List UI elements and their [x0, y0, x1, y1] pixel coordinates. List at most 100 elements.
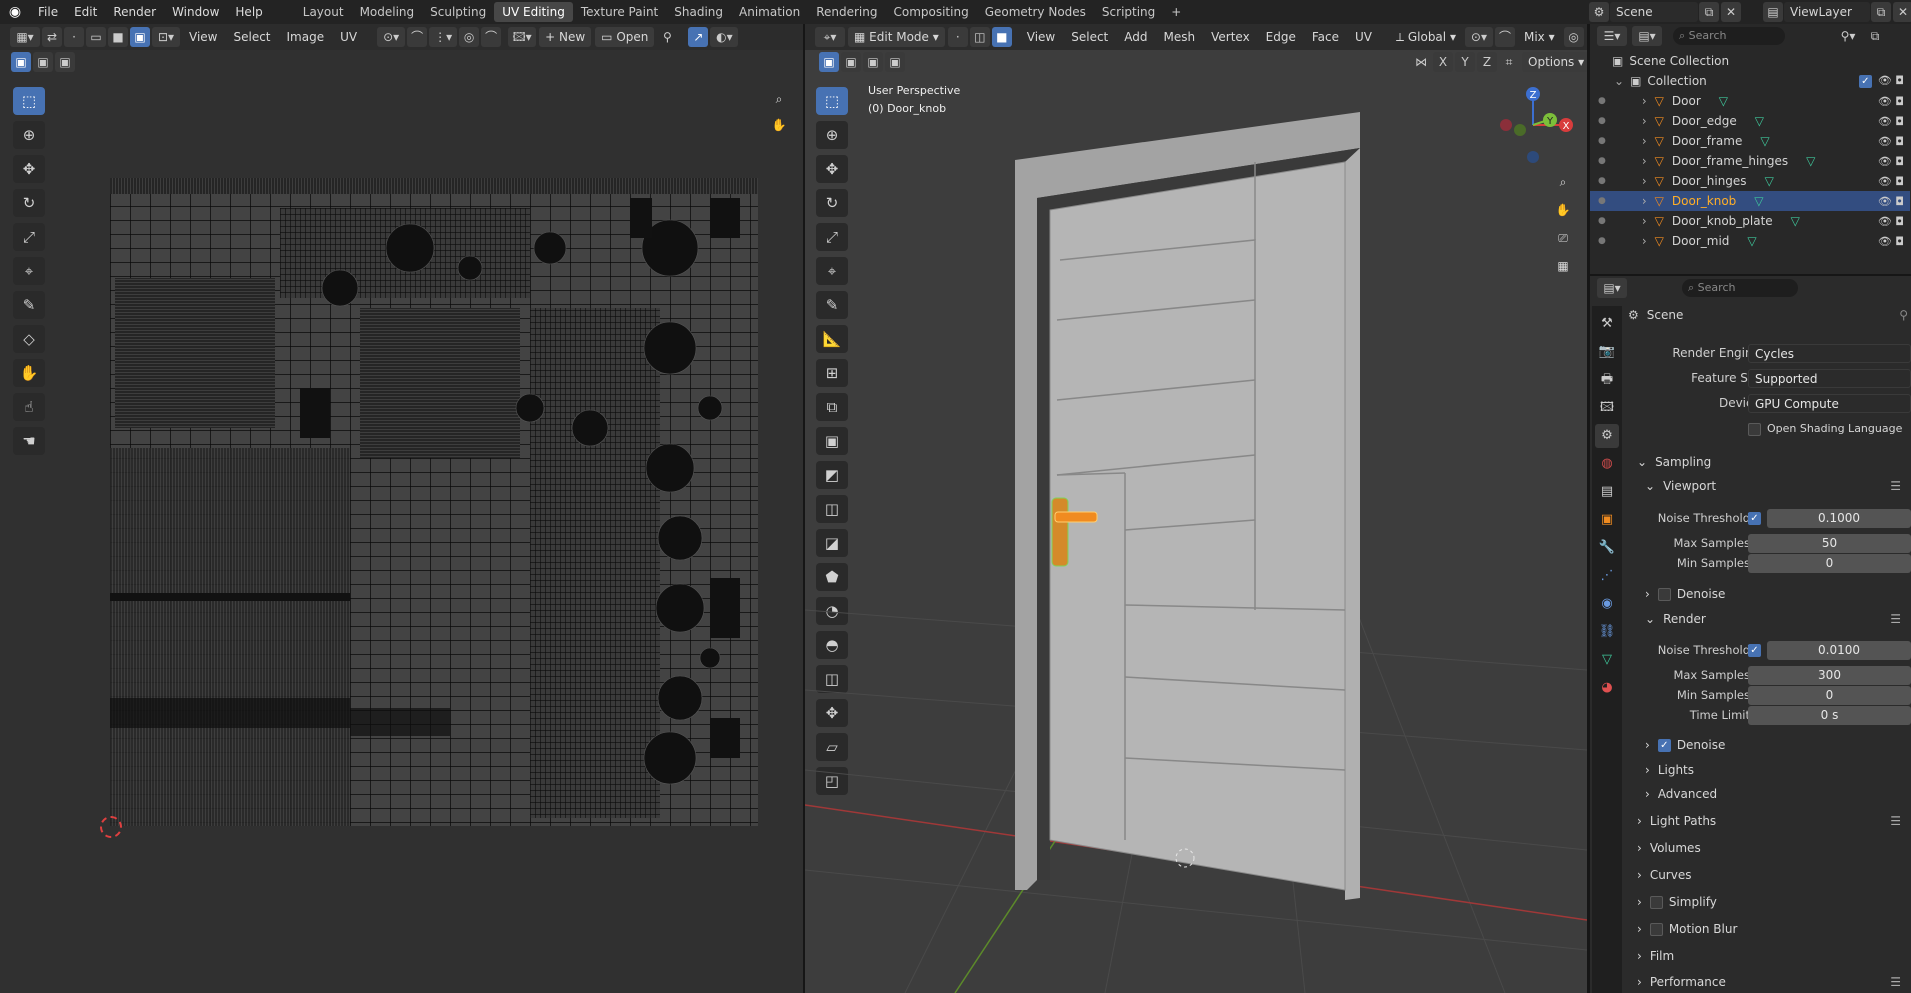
vp-menu-uv[interactable]: UV: [1349, 27, 1378, 47]
row-select-dot-icon[interactable]: ●: [1598, 156, 1606, 166]
r-noise-threshold-field[interactable]: 0.0100: [1767, 641, 1911, 660]
uv-menu-uv[interactable]: UV: [334, 27, 363, 47]
annotate-tool-icon[interactable]: ✎: [13, 291, 45, 319]
uv-menu-view[interactable]: View: [183, 27, 223, 47]
tab-scripting[interactable]: Scripting: [1094, 2, 1163, 22]
expand-icon[interactable]: ›: [1642, 174, 1647, 188]
outliner-item[interactable]: ● › ▽ Door_hinges ▽ 👁 ◘: [1590, 171, 1910, 191]
outliner-item[interactable]: ● › ▽ Door_frame_hinges ▽ 👁 ◘: [1590, 151, 1910, 171]
collapse-icon[interactable]: ⌄: [1614, 74, 1624, 88]
add-workspace-icon[interactable]: +: [1163, 2, 1189, 22]
tab-uv-editing[interactable]: UV Editing: [494, 2, 573, 22]
visibility-icons[interactable]: 👁 ◘: [1878, 195, 1904, 208]
new-image-button[interactable]: + New: [539, 27, 592, 47]
viewlayer-name[interactable]: ViewLayer: [1784, 2, 1870, 22]
menu-window[interactable]: Window: [164, 0, 227, 24]
vp-menu-add[interactable]: Add: [1118, 27, 1153, 47]
feature-set-dropdown[interactable]: Supported: [1748, 369, 1911, 388]
render-engine-dropdown[interactable]: Cycles: [1748, 344, 1911, 363]
material-tab-icon[interactable]: ◕: [1595, 676, 1619, 700]
new-scene-icon[interactable]: ⧉: [1699, 2, 1719, 22]
visibility-icons[interactable]: 👁 ◘: [1878, 135, 1904, 148]
vp-pan-icon[interactable]: ✋: [1550, 196, 1576, 224]
outliner-search[interactable]: ⌕ Search: [1673, 27, 1785, 45]
image-browse-icon[interactable]: 🖾▾: [508, 27, 537, 47]
tab-geometry-nodes[interactable]: Geometry Nodes: [977, 2, 1094, 22]
delete-viewlayer-icon[interactable]: ✕: [1893, 2, 1911, 22]
menu-help[interactable]: Help: [227, 0, 270, 24]
scene-collection-row[interactable]: ▣ Scene Collection: [1590, 51, 1910, 71]
orientation-dropdown[interactable]: ⟂ Global ▾: [1390, 27, 1462, 47]
render-subpanel[interactable]: ⌄ Render ☰: [1645, 607, 1911, 631]
uv-menu-image[interactable]: Image: [281, 27, 331, 47]
uv-map[interactable]: [110, 178, 758, 826]
vertex-select-icon[interactable]: ·: [64, 27, 84, 47]
row-select-dot-icon[interactable]: ●: [1598, 96, 1606, 106]
visibility-icons[interactable]: 👁 ◘: [1878, 215, 1904, 228]
r-max-samples-field[interactable]: 300: [1748, 666, 1911, 685]
expand-icon[interactable]: ›: [1642, 194, 1647, 208]
vp-camera-icon[interactable]: ⎚: [1550, 224, 1576, 252]
expand-icon[interactable]: ›: [1642, 114, 1647, 128]
uv-cursor-icon[interactable]: [100, 816, 122, 838]
constraints-tab-icon[interactable]: ⛓: [1595, 620, 1619, 644]
display-mode-icon[interactable]: ▤▾: [1632, 26, 1662, 46]
vp-denoise-subpanel[interactable]: › Denoise: [1645, 582, 1911, 606]
gizmo-icon[interactable]: ↗: [688, 27, 709, 47]
blender-logo-icon[interactable]: ◉: [0, 4, 30, 20]
proportional-icon[interactable]: ◎: [459, 27, 480, 47]
collection-row[interactable]: ⌄ ▣ Collection ✓ 👁 ◘: [1590, 71, 1910, 91]
output-tab-icon[interactable]: 🖶: [1595, 368, 1619, 392]
mesh-data-icon[interactable]: ▽: [1791, 214, 1800, 228]
data-tab-icon[interactable]: ▽: [1595, 648, 1619, 672]
grab-tool-icon[interactable]: ✋: [13, 359, 45, 387]
pivot-point-icon[interactable]: ⊙▾: [1464, 27, 1493, 47]
door-knob-mesh[interactable]: [1051, 497, 1069, 567]
osl-checkbox[interactable]: Open Shading Language: [1748, 422, 1902, 436]
vp-menu-view[interactable]: View: [1021, 27, 1061, 47]
pin-properties-icon[interactable]: ⚲: [1899, 308, 1908, 322]
mesh-data-icon[interactable]: ▽: [1754, 194, 1763, 208]
vp-menu-edge[interactable]: Edge: [1260, 27, 1302, 47]
lights-subpanel[interactable]: › Lights: [1645, 758, 1911, 782]
select-subtract-icon[interactable]: ▣: [55, 52, 75, 72]
edge-mode-icon[interactable]: ◫: [969, 27, 990, 47]
vp-menu-face[interactable]: Face: [1306, 27, 1345, 47]
curves-panel[interactable]: › Curves: [1631, 863, 1911, 887]
pinch-tool-icon[interactable]: ☚: [13, 427, 45, 455]
tool-tab-icon[interactable]: ⚒: [1595, 312, 1619, 336]
scale-tool-icon[interactable]: ⤢: [13, 223, 45, 251]
menu-render[interactable]: Render: [105, 0, 164, 24]
r-min-samples-field[interactable]: 0: [1748, 686, 1911, 705]
tab-compositing[interactable]: Compositing: [885, 2, 976, 22]
scene-selector[interactable]: ⚙ Scene ⧉ ✕: [1588, 2, 1742, 22]
vp-ortho-icon[interactable]: ▦: [1550, 252, 1576, 280]
viewport-subpanel[interactable]: ⌄ Viewport ☰: [1645, 474, 1911, 498]
sync-selection-icon[interactable]: ⇄: [42, 27, 62, 47]
snap-target-icon[interactable]: ⋮▾: [429, 27, 458, 47]
rotate-tool-icon[interactable]: ↻: [13, 189, 45, 217]
r-denoise-subpanel[interactable]: › ✓ Denoise: [1645, 733, 1911, 757]
light-paths-preset-icon[interactable]: ☰: [1890, 814, 1901, 828]
visibility-icons[interactable]: 👁 ◘: [1878, 155, 1904, 168]
vp-noise-threshold-field[interactable]: 0.1000: [1767, 509, 1911, 528]
particles-tab-icon[interactable]: ⋰: [1595, 564, 1619, 588]
vp-max-samples-field[interactable]: 50: [1748, 534, 1911, 553]
visibility-icons[interactable]: 👁 ◘: [1878, 95, 1904, 108]
scene-tab-icon[interactable]: ⚙: [1595, 424, 1619, 448]
door-panel-mesh[interactable]: [1049, 161, 1346, 891]
select-box-tool-icon[interactable]: ⬚: [13, 87, 45, 115]
select-extend-icon[interactable]: ▣: [33, 52, 53, 72]
mesh-data-icon[interactable]: ▽: [1760, 134, 1769, 148]
vp-noise-threshold-checkbox[interactable]: ✓: [1748, 511, 1767, 525]
mesh-data-icon[interactable]: ▽: [1719, 94, 1728, 108]
film-panel[interactable]: › Film: [1631, 944, 1911, 968]
outliner-item[interactable]: ● › ▽ Door_frame ▽ 👁 ◘: [1590, 131, 1910, 151]
tab-texture-paint[interactable]: Texture Paint: [573, 2, 666, 22]
tab-shading[interactable]: Shading: [666, 2, 731, 22]
outliner-item[interactable]: ● › ▽ Door_edge ▽ 👁 ◘: [1590, 111, 1910, 131]
vp-menu-select[interactable]: Select: [1065, 27, 1114, 47]
viewport-editor-type-icon[interactable]: ⌖▾: [815, 27, 845, 47]
expand-icon[interactable]: ›: [1642, 154, 1647, 168]
outliner-item[interactable]: ● › ▽ Door_knob ▽ 👁 ◘: [1590, 191, 1910, 211]
